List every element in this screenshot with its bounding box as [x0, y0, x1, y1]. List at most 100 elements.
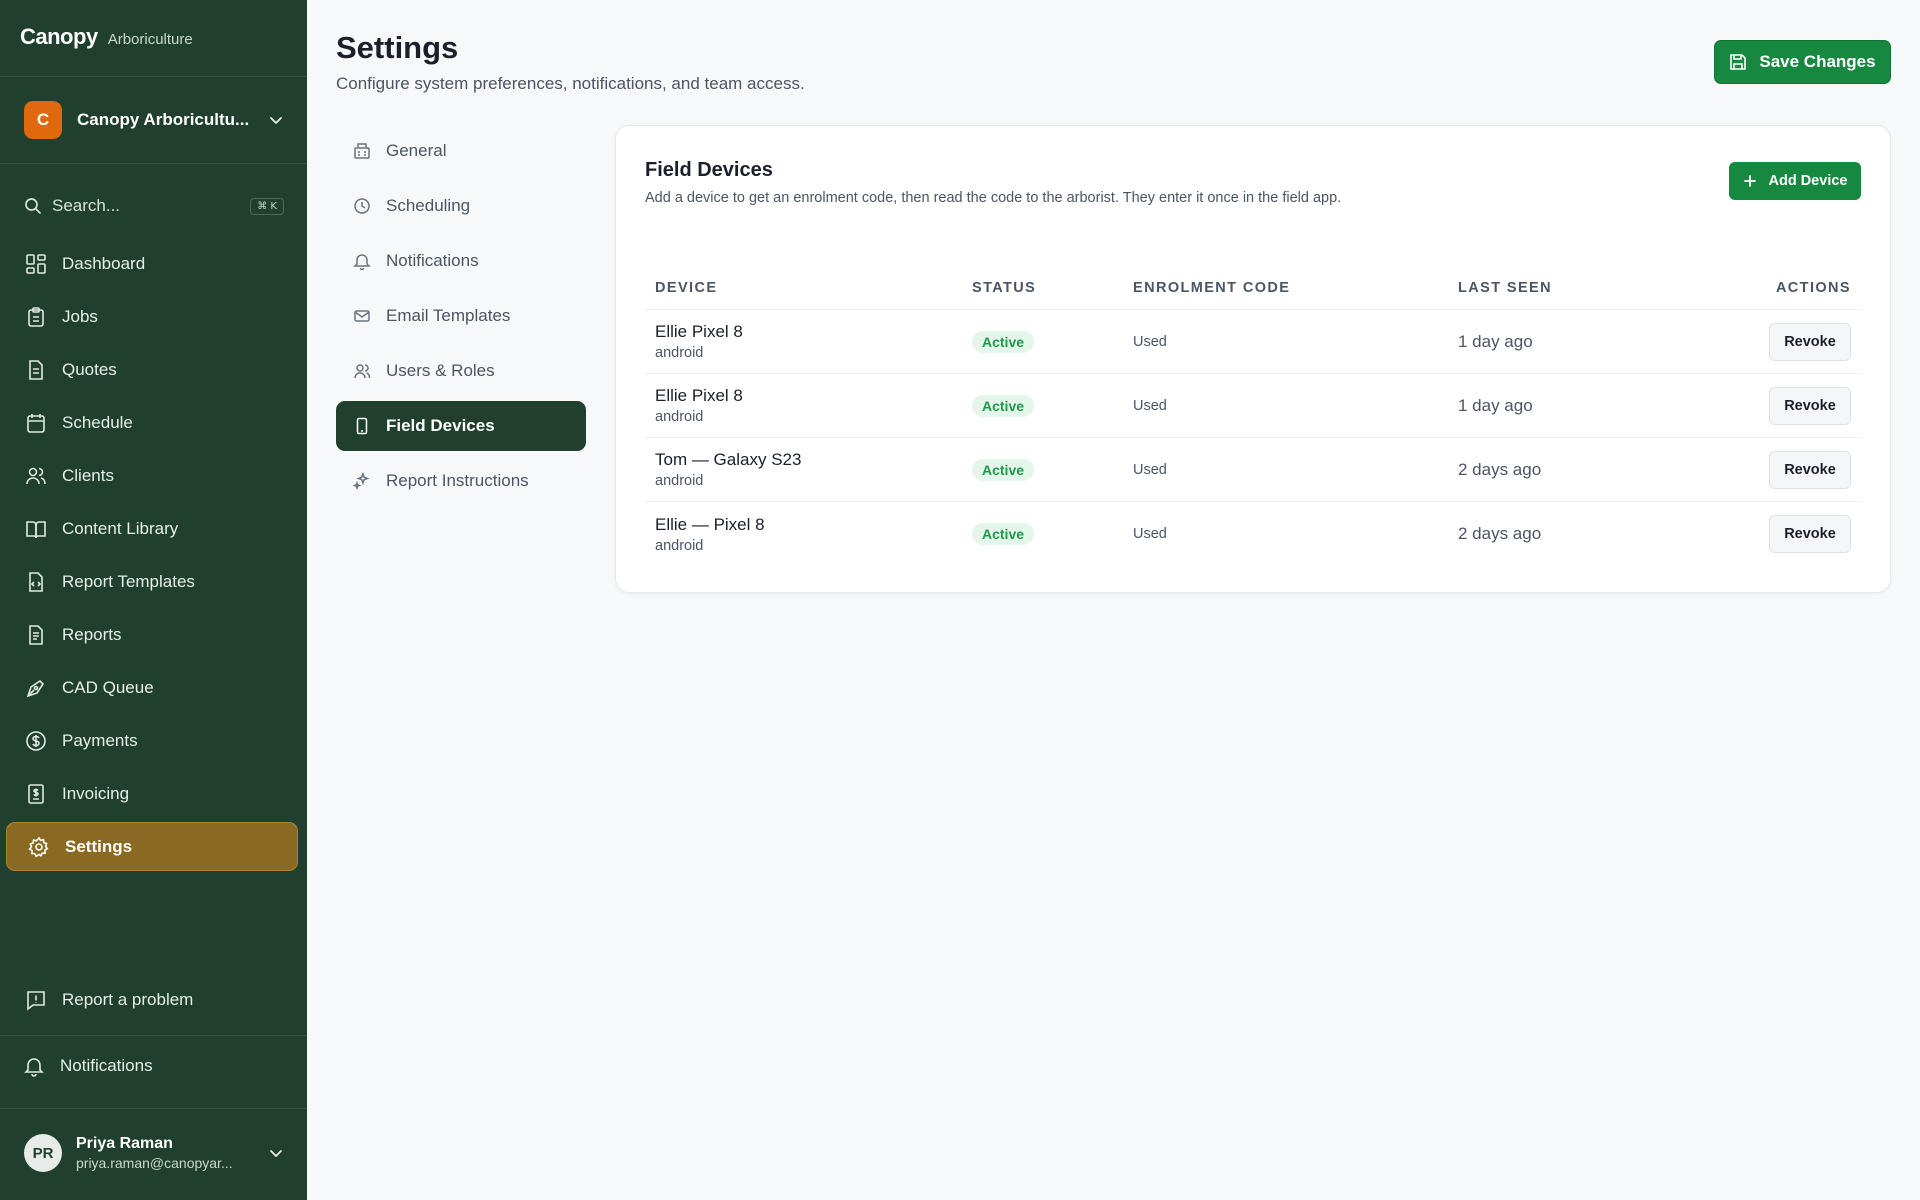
column-header[interactable]: STATUS: [972, 280, 1133, 296]
bell-icon: [352, 251, 372, 271]
user-menu[interactable]: PR Priya Raman priya.raman@canopyar...: [24, 1134, 286, 1172]
tab-label: Notifications: [386, 251, 479, 270]
chevron-down-icon: [266, 110, 286, 130]
document-icon: [24, 358, 48, 382]
tab-report-instructions[interactable]: Report Instructions: [336, 456, 586, 506]
settings-nav: General Scheduling Notifications Email T…: [336, 126, 586, 511]
column-header[interactable]: LAST SEEN: [1458, 280, 1758, 296]
building-icon: [352, 141, 372, 161]
actions-cell: Revoke: [1758, 322, 1861, 361]
tab-notifications[interactable]: Notifications: [336, 236, 586, 286]
last-seen: 2 days ago: [1458, 459, 1542, 479]
sidebar-item-label: CAD Queue: [62, 677, 154, 697]
report-problem-label: Report a problem: [62, 990, 194, 1009]
column-header[interactable]: DEVICE: [645, 280, 972, 296]
sidebar-item-jobs[interactable]: Jobs: [6, 292, 298, 341]
sidebar-item-report-templates[interactable]: Report Templates: [6, 557, 298, 606]
sidebar-item-clients[interactable]: Clients: [6, 451, 298, 500]
sidebar-divider: [0, 1035, 307, 1036]
dollar-icon: [24, 729, 48, 753]
chevron-down-icon: [266, 1143, 286, 1163]
plus-icon: [1743, 174, 1757, 188]
status-badge: Active: [972, 394, 1035, 417]
add-device-label: Add Device: [1768, 173, 1848, 189]
page-title: Settings: [336, 30, 459, 65]
brand-name: Canopy: [20, 24, 98, 49]
gear-icon: [27, 835, 51, 859]
notifications-label: Notifications: [60, 1056, 153, 1075]
sidebar-nav: Dashboard Jobs Quotes Schedule Clients C…: [6, 239, 298, 875]
column-header[interactable]: ENROLMENT CODE: [1133, 280, 1458, 296]
actions-cell: Revoke: [1758, 515, 1861, 553]
sidebar-item-label: Settings: [65, 836, 133, 856]
sidebar-item-settings[interactable]: Settings: [6, 822, 298, 871]
clock-icon: [352, 196, 372, 216]
tab-general[interactable]: General: [336, 126, 586, 176]
org-avatar: C: [24, 101, 62, 139]
last-seen: 2 days ago: [1458, 524, 1542, 543]
bell-icon: [22, 1054, 46, 1078]
tab-label: Scheduling: [386, 196, 471, 215]
sidebar-item-label: Jobs: [62, 306, 98, 326]
brand[interactable]: Canopy Arboriculture: [20, 24, 193, 50]
sidebar-divider: [0, 1108, 307, 1109]
revoke-button[interactable]: Revoke: [1769, 322, 1851, 361]
sidebar-item-cad-queue[interactable]: CAD Queue: [6, 663, 298, 712]
sidebar-item-invoicing[interactable]: Invoicing: [6, 769, 298, 818]
sidebar-item-schedule[interactable]: Schedule: [6, 398, 298, 447]
page-subtitle: Configure system preferences, notificati…: [336, 74, 805, 93]
template-icon: [24, 570, 48, 594]
search-icon: [24, 197, 42, 215]
save-button-label: Save Changes: [1759, 52, 1876, 71]
add-device-button[interactable]: Add Device: [1729, 162, 1861, 200]
sidebar-item-label: Schedule: [62, 412, 133, 432]
tab-label: Report Instructions: [386, 471, 529, 490]
device-cell: Ellie — Pixel 8 android: [645, 515, 972, 554]
search-input[interactable]: Search... ⌘ K: [24, 192, 284, 220]
sidebar-item-content-library[interactable]: Content Library: [6, 504, 298, 553]
report-problem-icon: [24, 988, 48, 1012]
column-header: ACTIONS: [1775, 279, 1851, 296]
devices-table: DEVICE STATUS ENROLMENT CODE LAST SEEN A…: [645, 266, 1861, 566]
revoke-button[interactable]: Revoke: [1769, 515, 1851, 553]
mail-icon: [352, 306, 372, 326]
dashboard-icon: [24, 252, 48, 276]
status-cell: Active: [972, 394, 1133, 417]
save-button[interactable]: Save Changes: [1714, 40, 1891, 84]
tab-field-devices[interactable]: Field Devices: [336, 401, 586, 451]
device-name: Ellie Pixel 8: [655, 322, 743, 341]
sidebar-item-payments[interactable]: Payments: [6, 716, 298, 765]
device-os: android: [655, 537, 704, 554]
sidebar-divider: [0, 76, 307, 77]
tab-scheduling[interactable]: Scheduling: [336, 181, 586, 231]
user-info: Priya Raman priya.raman@canopyar...: [76, 1135, 266, 1171]
last-seen: 1 day ago: [1458, 331, 1533, 351]
sparkle-icon: [352, 471, 372, 491]
users-icon: [24, 464, 48, 488]
sidebar-item-reports[interactable]: Reports: [6, 610, 298, 659]
last-seen: 1 day ago: [1458, 395, 1533, 415]
actions-cell: Revoke: [1758, 386, 1861, 425]
revoke-button[interactable]: Revoke: [1769, 450, 1851, 489]
revoke-button[interactable]: Revoke: [1769, 386, 1851, 425]
enrolment-code: Used: [1133, 397, 1167, 414]
clipboard-icon: [24, 305, 48, 329]
table-row: Ellie Pixel 8 android Active Used 1 day …: [645, 374, 1861, 438]
keyboard-shortcut-hint: ⌘ K: [250, 197, 284, 215]
device-name: Tom — Galaxy S23: [655, 450, 802, 469]
sidebar-item-quotes[interactable]: Quotes: [6, 345, 298, 394]
org-switcher[interactable]: C Canopy Arboricultu...: [24, 100, 286, 140]
sidebar-item-dashboard[interactable]: Dashboard: [6, 239, 298, 288]
tab-email-templates[interactable]: Email Templates: [336, 291, 586, 341]
device-os: android: [655, 473, 704, 489]
tab-users-roles[interactable]: Users & Roles: [336, 346, 586, 396]
book-icon: [24, 517, 48, 541]
sidebar-item-label: Report Templates: [62, 571, 195, 591]
enrolment-code: Used: [1133, 526, 1167, 542]
report-problem-button[interactable]: Report a problem: [24, 988, 193, 1012]
notifications-button[interactable]: Notifications: [22, 1054, 153, 1078]
tab-label: Field Devices: [386, 416, 495, 435]
pen-icon: [24, 676, 48, 700]
sidebar-item-label: Dashboard: [62, 253, 146, 273]
status-cell: Active: [972, 330, 1133, 353]
